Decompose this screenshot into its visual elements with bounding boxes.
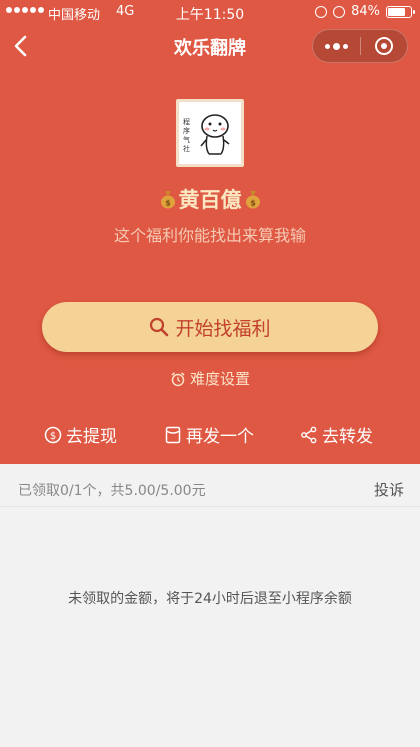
send-again-label: 再发一个 [186,427,254,447]
subtitle: 这个福利你能找出来算我输 [113,226,306,245]
refund-notice: 未领取的金额，将于24小时后退至小程序余额 [68,591,352,607]
more-button[interactable] [313,30,360,62]
battery-percent: 84% [351,4,380,19]
report-link[interactable]: 投诉 [374,479,404,500]
status-bar: 中国移动 4G 上午11:50 84% [0,0,420,24]
money-bag-icon: $ [160,191,175,209]
share-button[interactable]: 去转发 [300,422,373,447]
search-icon [150,317,169,337]
close-mini-program-button[interactable] [360,30,407,62]
alarm-icon [333,5,346,18]
start-search-label: 开始找福利 [175,317,271,340]
share-label: 去转发 [322,427,373,447]
sender-name: 黄百億 [178,188,242,212]
withdraw-button[interactable]: $ 去提现 [44,422,117,447]
dollar-circle-icon: $ [44,426,62,443]
share-icon [301,426,317,443]
start-search-button[interactable]: 开始找福利 [42,302,378,352]
difficulty-label: 难度设置 [189,370,250,388]
avatar-caption-2: 序 [183,126,190,135]
avatar-caption-4: 社 [183,144,190,153]
claim-summary: 已领取0/1个，共5.00/5.00元 [18,483,206,499]
svg-text:$: $ [250,199,256,208]
status-right: 84% [315,4,415,19]
difficulty-settings-link[interactable]: 难度设置 [0,368,420,389]
action-bar: $ 去提现 再发一个 去转发 [0,420,420,450]
mini-program-capsule [312,29,408,63]
navigation-bar: 欢乐翻牌 [0,24,420,68]
alarm-clock-icon [171,371,185,386]
send-again-button[interactable]: 再发一个 [164,422,254,447]
svg-text:$: $ [165,199,171,208]
avatar: 程 序 气 社 [176,99,244,167]
withdraw-label: 去提现 [66,427,117,447]
money-bag-icon: $ [245,191,260,209]
avatar-caption-1: 程 [183,117,190,126]
rotation-lock-icon [315,5,328,18]
red-envelope-icon [165,426,181,443]
sender-name-row: $ 黄百億 $ [0,184,420,214]
avatar-caption-3: 气 [183,135,190,144]
svg-text:$: $ [50,431,56,442]
battery-icon [386,5,415,18]
target-icon [374,37,393,55]
cartoon-avatar-image: 程 序 气 社 [179,102,241,164]
divider [0,506,420,507]
